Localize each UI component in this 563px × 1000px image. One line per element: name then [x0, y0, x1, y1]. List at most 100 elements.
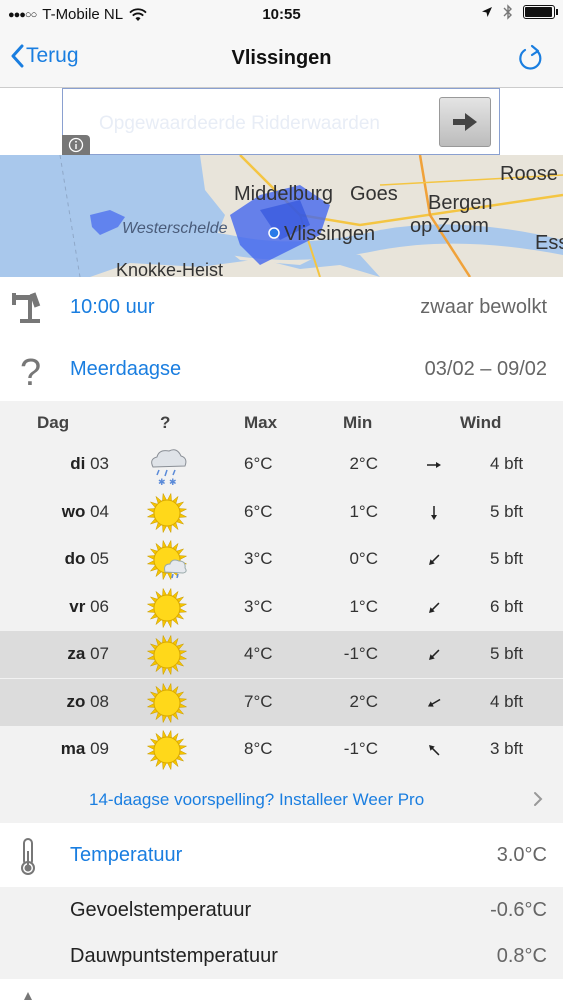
forecast-day-number: 08 [90, 691, 109, 711]
current-weather-row[interactable]: 10:00 uur zwaar bewolkt [0, 277, 563, 339]
forecast-day: wo 04 [62, 502, 109, 522]
ad-banner[interactable]: Opgewaardeerde Ridderwaarden [0, 88, 563, 155]
forecast-table: Dag ? Max Min Wind di 03 ✱ ✱ 6°C 2°C 4 bft wo … [0, 401, 563, 823]
forecast-day-number: 07 [90, 644, 109, 663]
forecast-day: do 05 [65, 549, 109, 569]
promo-row[interactable]: 14-daagse voorspelling? Installeer Weer … [0, 787, 563, 813]
radar-map[interactable]: Middelburg Goes Roose Bergen op Zoom Wes… [0, 155, 563, 277]
wind-direction-icon [424, 503, 444, 523]
promo-link[interactable]: 14-daagse voorspelling? Installeer Weer … [89, 790, 424, 810]
forecast-day-name: do [64, 549, 86, 568]
thermometer-icon [21, 838, 35, 875]
ad-box[interactable]: Opgewaardeerde Ridderwaarden [62, 88, 500, 155]
dew-point-label: Dauwpuntstemperatuur [70, 945, 278, 967]
multiday-row[interactable]: ? Meerdaagse 03/02 – 09/02 [0, 339, 563, 401]
map-label-vlissingen: Vlissingen [284, 223, 376, 245]
header-wind: Wind [460, 413, 502, 432]
wind-direction-icon [424, 693, 444, 713]
map-label-knokke-heist: Knokke-Heist [116, 260, 224, 277]
dew-point-value: 0.8°C [496, 945, 547, 967]
map-label-roose: Roose [500, 163, 558, 185]
ad-info-button[interactable] [62, 135, 90, 155]
location-arrow-icon [482, 7, 492, 17]
wind-direction-icon [424, 550, 444, 570]
forecast-max: 7°C [244, 691, 273, 711]
map-label-bergen: Bergen [428, 192, 493, 214]
forecast-max: 8°C [244, 739, 273, 758]
forecast-row[interactable]: di 03 ✱ ✱ 6°C 2°C 4 bft [0, 441, 563, 488]
temperature-row[interactable]: Temperatuur 3.0°C [0, 825, 563, 887]
forecast-max: 6°C [244, 501, 273, 521]
svg-text:?: ? [20, 352, 41, 391]
chevron-right-icon [534, 792, 543, 806]
forecast-wind: 6 bft [490, 596, 524, 616]
forecast-row[interactable]: wo 04 6°C 1°C 5 bft [0, 489, 563, 536]
forecast-min: 1°C [349, 501, 378, 521]
snow-rain-cloud-icon: ✱ ✱ [145, 443, 189, 488]
svg-text:✱: ✱ [158, 478, 166, 487]
forecast-row[interactable]: do 05 3°C 0°C 5 bft [0, 536, 563, 583]
forecast-row[interactable]: vr 06 3°C 1°C 6 bft [0, 584, 563, 631]
forecast-max: 6°C [244, 454, 273, 473]
forecast-wind: 4 bft [490, 454, 524, 473]
forecast-day-number: 06 [90, 596, 109, 616]
current-condition: zwaar bewolkt [420, 296, 547, 318]
dew-point-row: Dauwpuntstemperatuur 0.8°C [0, 933, 563, 979]
next-row-icon [24, 992, 32, 1000]
info-icon [68, 137, 84, 153]
arrow-right-icon [453, 113, 477, 131]
forecast-wind: 5 bft [490, 644, 524, 663]
forecast-row[interactable]: za 07 4°C -1°C 5 bft [0, 631, 563, 678]
header-max: Max [244, 413, 278, 432]
feels-like-row: Gevoelstemperatuur -0.6°C [0, 887, 563, 933]
question-mark-icon: ? [20, 352, 41, 391]
status-right [481, 4, 558, 20]
sun-cloud-icon [145, 538, 189, 582]
forecast-day: di 03 [70, 454, 109, 474]
sun-icon [145, 491, 189, 535]
forecast-day-name: vr [69, 596, 86, 616]
map-label-op-zoom: op Zoom [410, 215, 489, 237]
current-time-label: 10:00 uur [70, 296, 155, 318]
refresh-button[interactable] [517, 43, 545, 78]
wind-direction-icon [424, 740, 444, 760]
forecast-row[interactable]: ma 09 8°C -1°C 3 bft [0, 726, 563, 773]
forecast-wind: 3 bft [490, 739, 524, 758]
forecast-header: Dag ? Max Min Wind [0, 413, 563, 437]
wind-direction-icon [424, 598, 444, 618]
forecast-row[interactable]: zo 08 7°C 2°C 4 bft [0, 678, 563, 726]
header-min: Min [343, 413, 373, 432]
page-title: Vlissingen [231, 47, 332, 69]
feels-like-label: Gevoelstemperatuur [70, 899, 252, 921]
header-icon: ? [160, 413, 171, 432]
forecast-day-name: di [70, 454, 86, 473]
status-bar: ●●●○○ T-Mobile NL 10:55 [0, 0, 563, 30]
forecast-day-number: 04 [90, 501, 109, 521]
navigation-bar: Terug Vlissingen [0, 30, 563, 88]
forecast-day-number: 05 [90, 549, 109, 568]
multiday-range: 03/02 – 09/02 [424, 358, 547, 380]
forecast-wind: 5 bft [490, 501, 524, 521]
forecast-wind: 4 bft [490, 691, 524, 711]
forecast-day: zo 08 [66, 692, 109, 712]
wind-direction-icon [424, 645, 444, 665]
temperature-value: 3.0°C [496, 844, 547, 866]
map-label-middelburg: Middelburg [234, 183, 333, 205]
map-label-goes: Goes [350, 183, 398, 205]
sun-icon [145, 633, 189, 677]
battery-icon [523, 5, 558, 19]
feels-like-value: -0.6°C [490, 899, 547, 921]
ad-text: Opgewaardeerde Ridderwaarden [99, 113, 380, 134]
forecast-max: 4°C [244, 644, 273, 663]
forecast-wind: 5 bft [490, 549, 524, 568]
forecast-min: -1°C [343, 644, 378, 663]
refresh-icon [519, 44, 542, 70]
status-time: 10:55 [262, 6, 301, 23]
forecast-day-name: wo [61, 501, 86, 521]
forecast-day-name: za [67, 644, 86, 663]
forecast-min: 0°C [349, 549, 378, 568]
forecast-min: 2°C [349, 454, 378, 473]
ad-arrow-button[interactable] [439, 97, 491, 147]
forecast-day-number: 09 [90, 739, 109, 758]
forecast-max: 3°C [244, 549, 273, 568]
